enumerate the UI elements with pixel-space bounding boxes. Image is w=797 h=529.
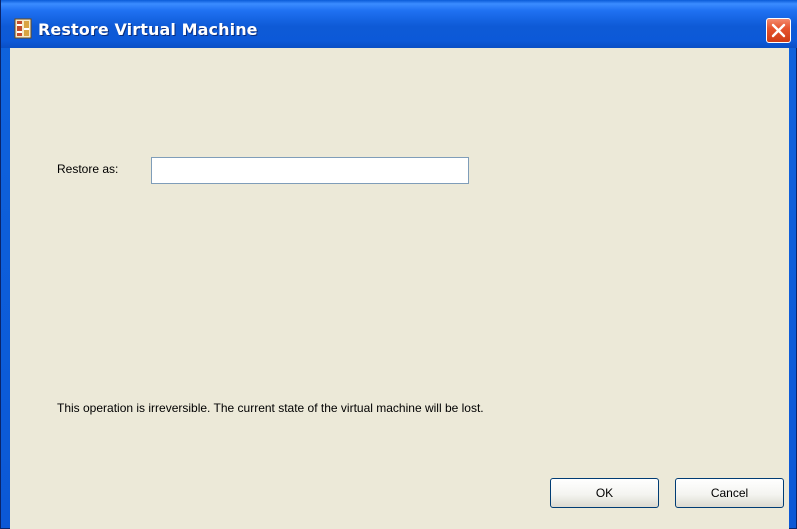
restore-as-input[interactable]	[151, 157, 469, 184]
close-button[interactable]	[766, 18, 791, 43]
dialog-body: Restore as: This operation is irreversib…	[10, 48, 789, 529]
restore-as-label: Restore as:	[57, 162, 119, 176]
irreversible-warning-text: This operation is irreversible. The curr…	[57, 401, 484, 415]
cancel-button[interactable]: Cancel	[675, 478, 784, 508]
title-bar[interactable]: Restore Virtual Machine	[1, 0, 797, 48]
close-icon	[771, 23, 786, 38]
ok-button[interactable]: OK	[550, 478, 659, 508]
window-title: Restore Virtual Machine	[38, 20, 258, 39]
virtual-machine-app-icon	[14, 18, 32, 39]
restore-virtual-machine-dialog: Restore Virtual Machine Restore as: This…	[0, 0, 797, 529]
